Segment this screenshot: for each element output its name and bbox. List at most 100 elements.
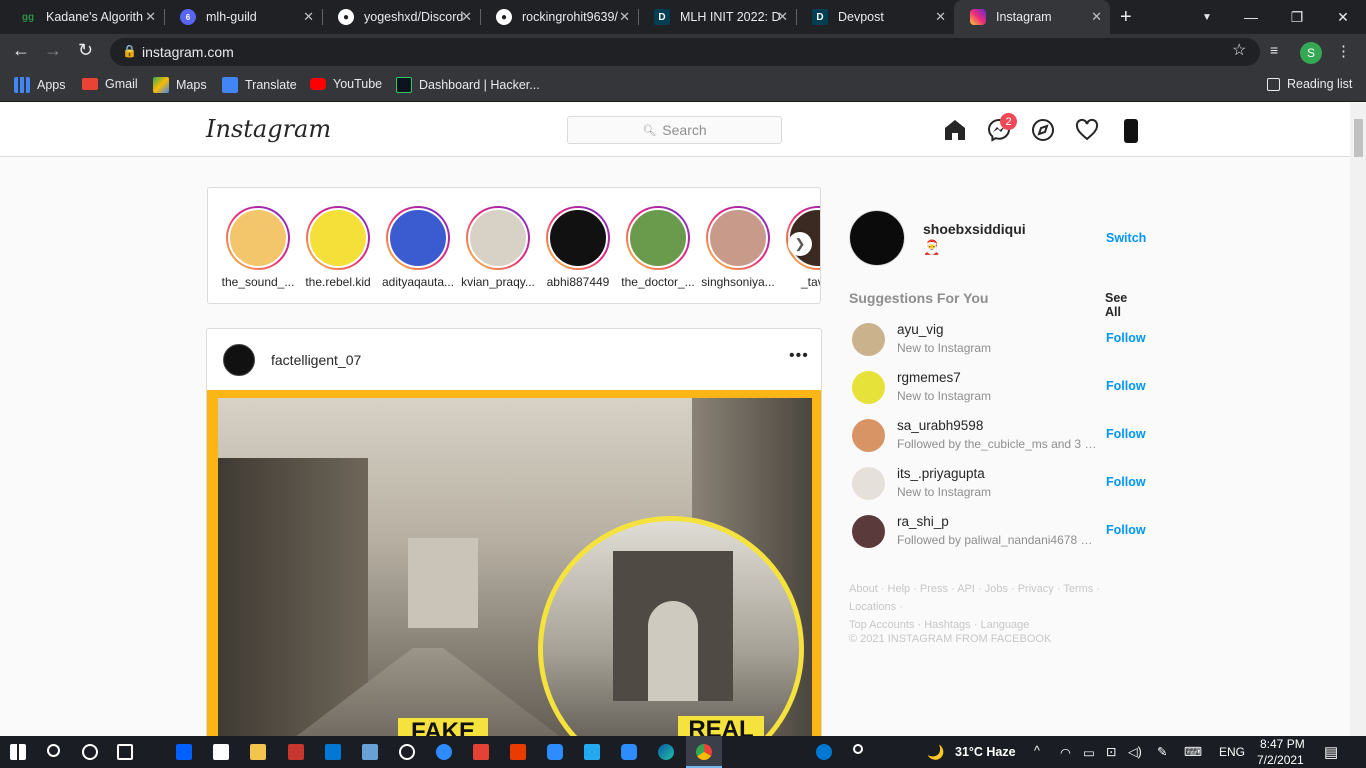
- scrollbar-thumb[interactable]: [1354, 119, 1363, 157]
- clock-date[interactable]: 7/2/2021: [1257, 753, 1304, 767]
- home-icon[interactable]: [943, 118, 967, 142]
- vscode-icon[interactable]: [584, 744, 600, 760]
- suggestion-username[interactable]: sa_urabh9598: [897, 418, 983, 433]
- avatar[interactable]: [852, 323, 885, 356]
- close-icon[interactable]: ✕: [777, 9, 788, 25]
- people-icon[interactable]: [853, 744, 863, 754]
- tab-4[interactable]: D MLH INIT 2022: D ✕: [638, 0, 796, 34]
- close-icon[interactable]: ✕: [461, 9, 472, 25]
- menu-icon[interactable]: ⋮: [1336, 42, 1351, 60]
- search-icon[interactable]: [47, 744, 60, 757]
- close-icon[interactable]: ✕: [1091, 9, 1102, 25]
- zoom-icon[interactable]: [547, 744, 563, 760]
- chevron-up-icon[interactable]: ^: [1034, 744, 1040, 758]
- page-scrollbar[interactable]: [1350, 103, 1366, 736]
- dropbox-icon[interactable]: [176, 744, 192, 760]
- explore-compass-icon[interactable]: [1031, 118, 1055, 142]
- story-item[interactable]: kvian_praqy...: [458, 206, 538, 289]
- help-icon[interactable]: [816, 744, 832, 760]
- address-bar[interactable]: 🔒 instagram.com: [110, 38, 1260, 66]
- tab-search-icon[interactable]: ▼: [1184, 0, 1230, 34]
- clock-time[interactable]: 8:47 PM: [1260, 737, 1305, 751]
- post-username[interactable]: factelligent_07: [271, 352, 361, 368]
- tab-5[interactable]: D Devpost ✕: [796, 0, 954, 34]
- follow-button[interactable]: Follow: [1106, 379, 1146, 393]
- profile-avatar[interactable]: [1124, 119, 1138, 143]
- reload-icon[interactable]: ↻: [78, 40, 93, 61]
- new-tab-button[interactable]: +: [1120, 6, 1132, 29]
- suggestion-username[interactable]: ra_shi_p: [897, 514, 949, 529]
- notifications-icon[interactable]: ▤: [1324, 743, 1338, 761]
- bookmark-translate[interactable]: Translate: [222, 77, 297, 93]
- file-explorer-icon[interactable]: [250, 744, 266, 760]
- close-icon[interactable]: ✕: [619, 9, 630, 25]
- tab-3[interactable]: ● rockingrohit9639/ ✕: [480, 0, 638, 34]
- minimize-button[interactable]: —: [1228, 0, 1274, 34]
- post-author-avatar[interactable]: [223, 344, 255, 376]
- restore-button[interactable]: ❐: [1274, 0, 1320, 34]
- post-image[interactable]: FAKE REAL: [207, 390, 821, 747]
- story-item[interactable]: the.rebel.kid: [298, 206, 378, 289]
- cortana-icon[interactable]: [82, 744, 98, 760]
- back-icon[interactable]: ←: [12, 40, 30, 61]
- tab-2[interactable]: ● yogeshxd/Discord ✕: [322, 0, 480, 34]
- bookmark-star-icon[interactable]: ☆: [1232, 40, 1246, 60]
- follow-button[interactable]: Follow: [1106, 331, 1146, 345]
- windows-start-icon[interactable]: [10, 744, 26, 760]
- avatar[interactable]: S: [1300, 42, 1322, 64]
- network-icon[interactable]: ⊡: [1106, 744, 1116, 759]
- app-icon[interactable]: [473, 744, 489, 760]
- edge-icon[interactable]: [658, 744, 674, 760]
- battery-icon[interactable]: ▭: [1083, 745, 1095, 760]
- avatar[interactable]: [852, 467, 885, 500]
- tab-0[interactable]: gg Kadane's Algorith ✕: [4, 0, 164, 34]
- language-indicator[interactable]: ENG: [1219, 745, 1245, 759]
- task-view-icon[interactable]: [117, 744, 133, 760]
- chrome-icon[interactable]: [696, 744, 712, 760]
- app-icon[interactable]: [288, 744, 304, 760]
- volume-icon[interactable]: ◁): [1128, 744, 1142, 759]
- follow-button[interactable]: Follow: [1106, 475, 1146, 489]
- reading-list-button[interactable]: Reading list: [1267, 77, 1352, 91]
- avatar[interactable]: [852, 515, 885, 548]
- mail-icon[interactable]: [325, 744, 341, 760]
- suggestion-username[interactable]: rgmemes7: [897, 370, 961, 385]
- avatar[interactable]: [852, 371, 885, 404]
- footer-links-line2[interactable]: Top Accounts · Hashtags · Language: [849, 616, 1142, 634]
- app-icon[interactable]: [362, 744, 378, 760]
- search-input[interactable]: 🔍︎ Search: [567, 116, 782, 144]
- pen-icon[interactable]: ✎: [1157, 744, 1167, 759]
- footer-links-line1[interactable]: About · Help · Press · API · Jobs · Priv…: [849, 580, 1142, 616]
- forward-icon[interactable]: →: [44, 40, 62, 61]
- wifi-icon[interactable]: ◠: [1060, 745, 1071, 760]
- zoom-icon[interactable]: [621, 744, 637, 760]
- follow-button[interactable]: Follow: [1106, 427, 1146, 441]
- stories-next-button[interactable]: ❯: [788, 232, 812, 256]
- suggestion-username[interactable]: ayu_vig: [897, 322, 944, 337]
- current-username[interactable]: shoebxsiddiqui: [923, 221, 1026, 237]
- bookmark-apps[interactable]: Apps: [14, 77, 66, 93]
- switch-button[interactable]: Switch: [1106, 231, 1146, 245]
- story-item[interactable]: singhsoniya...: [698, 206, 778, 289]
- more-options-icon[interactable]: •••: [789, 347, 809, 365]
- office-icon[interactable]: [510, 744, 526, 760]
- activity-heart-icon[interactable]: [1075, 118, 1099, 142]
- current-user-avatar[interactable]: [849, 210, 905, 266]
- close-window-button[interactable]: ✕: [1320, 0, 1366, 34]
- story-item[interactable]: the_doctor_...: [618, 206, 698, 289]
- keyboard-icon[interactable]: ⌨: [1184, 744, 1202, 759]
- store-icon[interactable]: [213, 744, 229, 760]
- bookmark-hackerrank[interactable]: Dashboard | Hacker...: [396, 77, 540, 93]
- app-icon[interactable]: [436, 744, 452, 760]
- bookmark-youtube[interactable]: YouTube: [310, 77, 382, 91]
- close-icon[interactable]: ✕: [303, 9, 314, 25]
- bookmark-gmail[interactable]: Gmail: [82, 77, 138, 91]
- weather-icon[interactable]: 🌙: [927, 744, 944, 761]
- story-item[interactable]: abhi887449: [538, 206, 618, 289]
- tab-1[interactable]: 6 mlh-guild ✕: [164, 0, 322, 34]
- app-icon[interactable]: [399, 744, 415, 760]
- suggestion-username[interactable]: its_.priyagupta: [897, 466, 985, 481]
- close-icon[interactable]: ✕: [145, 9, 156, 25]
- tab-6-active[interactable]: Instagram ✕: [954, 0, 1110, 34]
- see-all-link[interactable]: See All: [1105, 291, 1142, 319]
